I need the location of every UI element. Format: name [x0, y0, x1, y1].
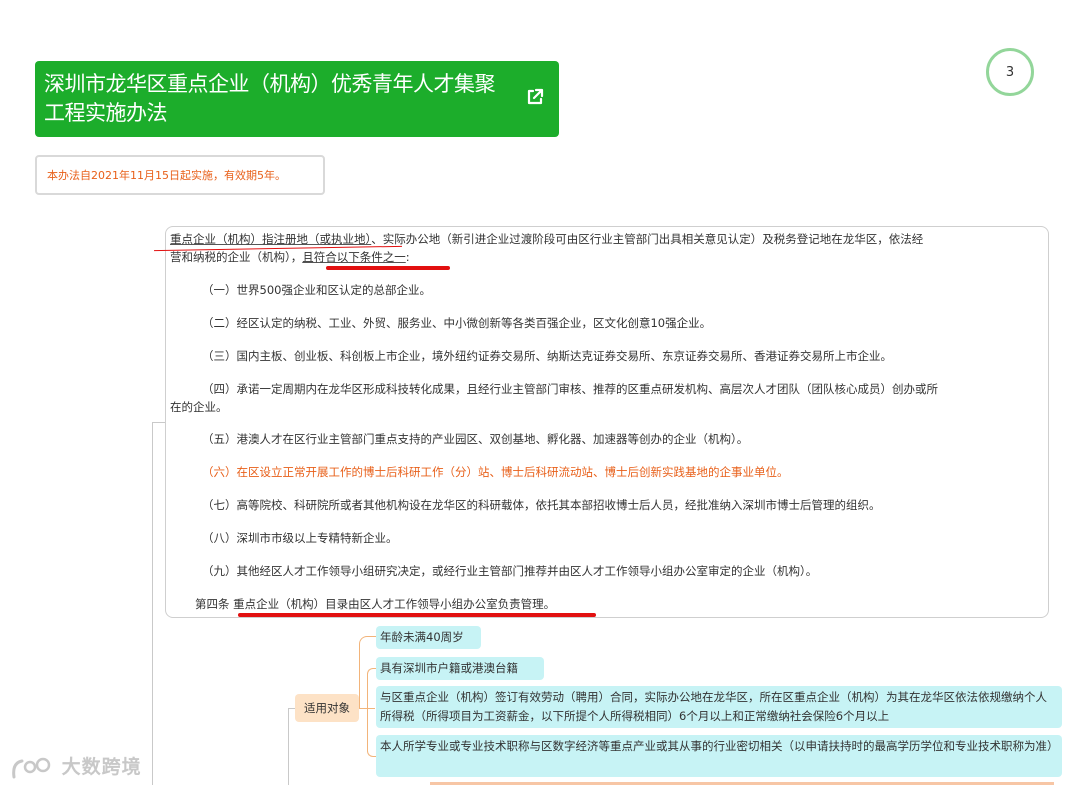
item-4-line-2: 在的企业。	[170, 399, 228, 414]
item-9: （九）其他经区人才工作领导小组研究决定，或经行业主管部门推荐并由区人才工作领导小…	[202, 564, 818, 578]
article-4: 第四条 重点企业（机构）目录由区人才工作领导小组办公室负责管理。	[195, 596, 555, 614]
item-5: （五）港澳人才在区行业主管部门重点支持的产业园区、双创基地、孵化器、加速器等创办…	[202, 432, 749, 446]
page-number: 3	[1005, 64, 1015, 80]
intro-line-2-start: 营和纳税的企业（机构），	[170, 249, 303, 264]
intro-condition-text: 且符合以下条件之一	[302, 249, 406, 264]
applies-to-label: 适用对象	[304, 701, 350, 715]
article-4-label: 第四条	[195, 597, 230, 611]
watermark-logo-icon	[12, 757, 51, 778]
intro-underlined-text: 重点企业（机构）指注册地（或执业地）	[170, 232, 372, 246]
intro-line-1: 重点企业（机构）指注册地（或执业地）、实际办公地（新引进企业过渡阶段可由区行业主…	[170, 231, 923, 249]
condition-node-4[interactable]: 本人所学专业或专业技术职称与区数字经济等重点产业或其从事的行业密切相关（以申请扶…	[376, 735, 1062, 777]
mindmap-trunk	[288, 708, 289, 785]
item-7: （七）高等院校、科研院所或者其他机构设在龙华区的科研载体，依托其本部招收博士后人…	[202, 498, 881, 512]
title-card[interactable]: 深圳市龙华区重点企业（机构）优秀青年人才集聚工程实施办法	[35, 61, 559, 137]
branch-connector-4	[367, 708, 376, 757]
article-4-text: 重点企业（机构）目录由区人才工作领导小组办公室负责管理。	[233, 597, 556, 611]
note-text: 本办法自2021年11月15日起实施，有效期5年。	[47, 169, 286, 182]
branch-connector-2	[367, 668, 376, 709]
item-1: （一）世界500强企业和区认定的总部企业。	[202, 283, 431, 297]
tree-line-branch	[152, 422, 165, 423]
intro-line-2-end: :	[405, 249, 410, 264]
page-title: 深圳市龙华区重点企业（机构）优秀青年人才集聚工程实施办法	[44, 72, 496, 125]
condition-node-2[interactable]: 具有深圳市户籍或港澳台籍	[376, 657, 544, 680]
red-annotation-underline-2	[238, 613, 596, 617]
note-box: 本办法自2021年11月15日起实施，有效期5年。	[35, 155, 325, 195]
condition-text-4: 本人所学专业或专业技术职称与区数字经济等重点产业或其从事的行业密切相关（以申请扶…	[380, 739, 1059, 753]
condition-node-1[interactable]: 年龄未满40周岁	[376, 626, 481, 649]
red-annotation-underline	[326, 266, 450, 270]
item-6: （六）在区设立正常开展工作的博士后科研工作（分）站、博士后科研流动站、博士后创新…	[202, 465, 789, 479]
watermark-text: 大数跨境	[61, 756, 142, 778]
intro-line-1-rest: 、实际办公地（新引进企业过渡阶段可由区行业主管部门出具相关意见认定）及税务登记地…	[371, 232, 924, 246]
page-number-badge: 3	[986, 48, 1034, 96]
applies-to-node[interactable]: 适用对象	[295, 694, 359, 722]
item-3: （三）国内主板、创业板、科创板上市企业，境外纽约证券交易所、纳斯达克证券交易所、…	[202, 349, 892, 363]
external-link-icon[interactable]	[525, 87, 545, 107]
mindmap-link	[288, 708, 295, 709]
watermark: 大数跨境	[10, 752, 142, 781]
condition-text-1: 年龄未满40周岁	[380, 630, 464, 644]
condition-node-3[interactable]: 与区重点企业（机构）签订有效劳动（聘用）合同，实际办公地在龙华区，所在区重点企业…	[376, 686, 1062, 728]
tree-line-vertical	[152, 422, 153, 785]
content-card: 重点企业（机构）指注册地（或执业地）、实际办公地（新引进企业过渡阶段可由区行业主…	[154, 226, 1049, 618]
item-2: （二）经区认定的纳税、工业、外贸、服务业、中小微创新等各类百强企业，区文化创意1…	[202, 316, 712, 330]
condition-text-3: 与区重点企业（机构）签订有效劳动（聘用）合同，实际办公地在龙华区，所在区重点企业…	[380, 690, 1047, 723]
item-4-line-1: （四）承诺一定周期内在龙华区形成科技转化成果，且经行业主管部门审核、推荐的区重点…	[202, 382, 938, 396]
condition-text-2: 具有深圳市户籍或港澳台籍	[380, 661, 518, 675]
item-8: （八）深圳市市级以上专精特新企业。	[202, 531, 398, 545]
intro-line-2: 营和纳税的企业（机构），且符合以下条件之一:	[170, 249, 410, 267]
